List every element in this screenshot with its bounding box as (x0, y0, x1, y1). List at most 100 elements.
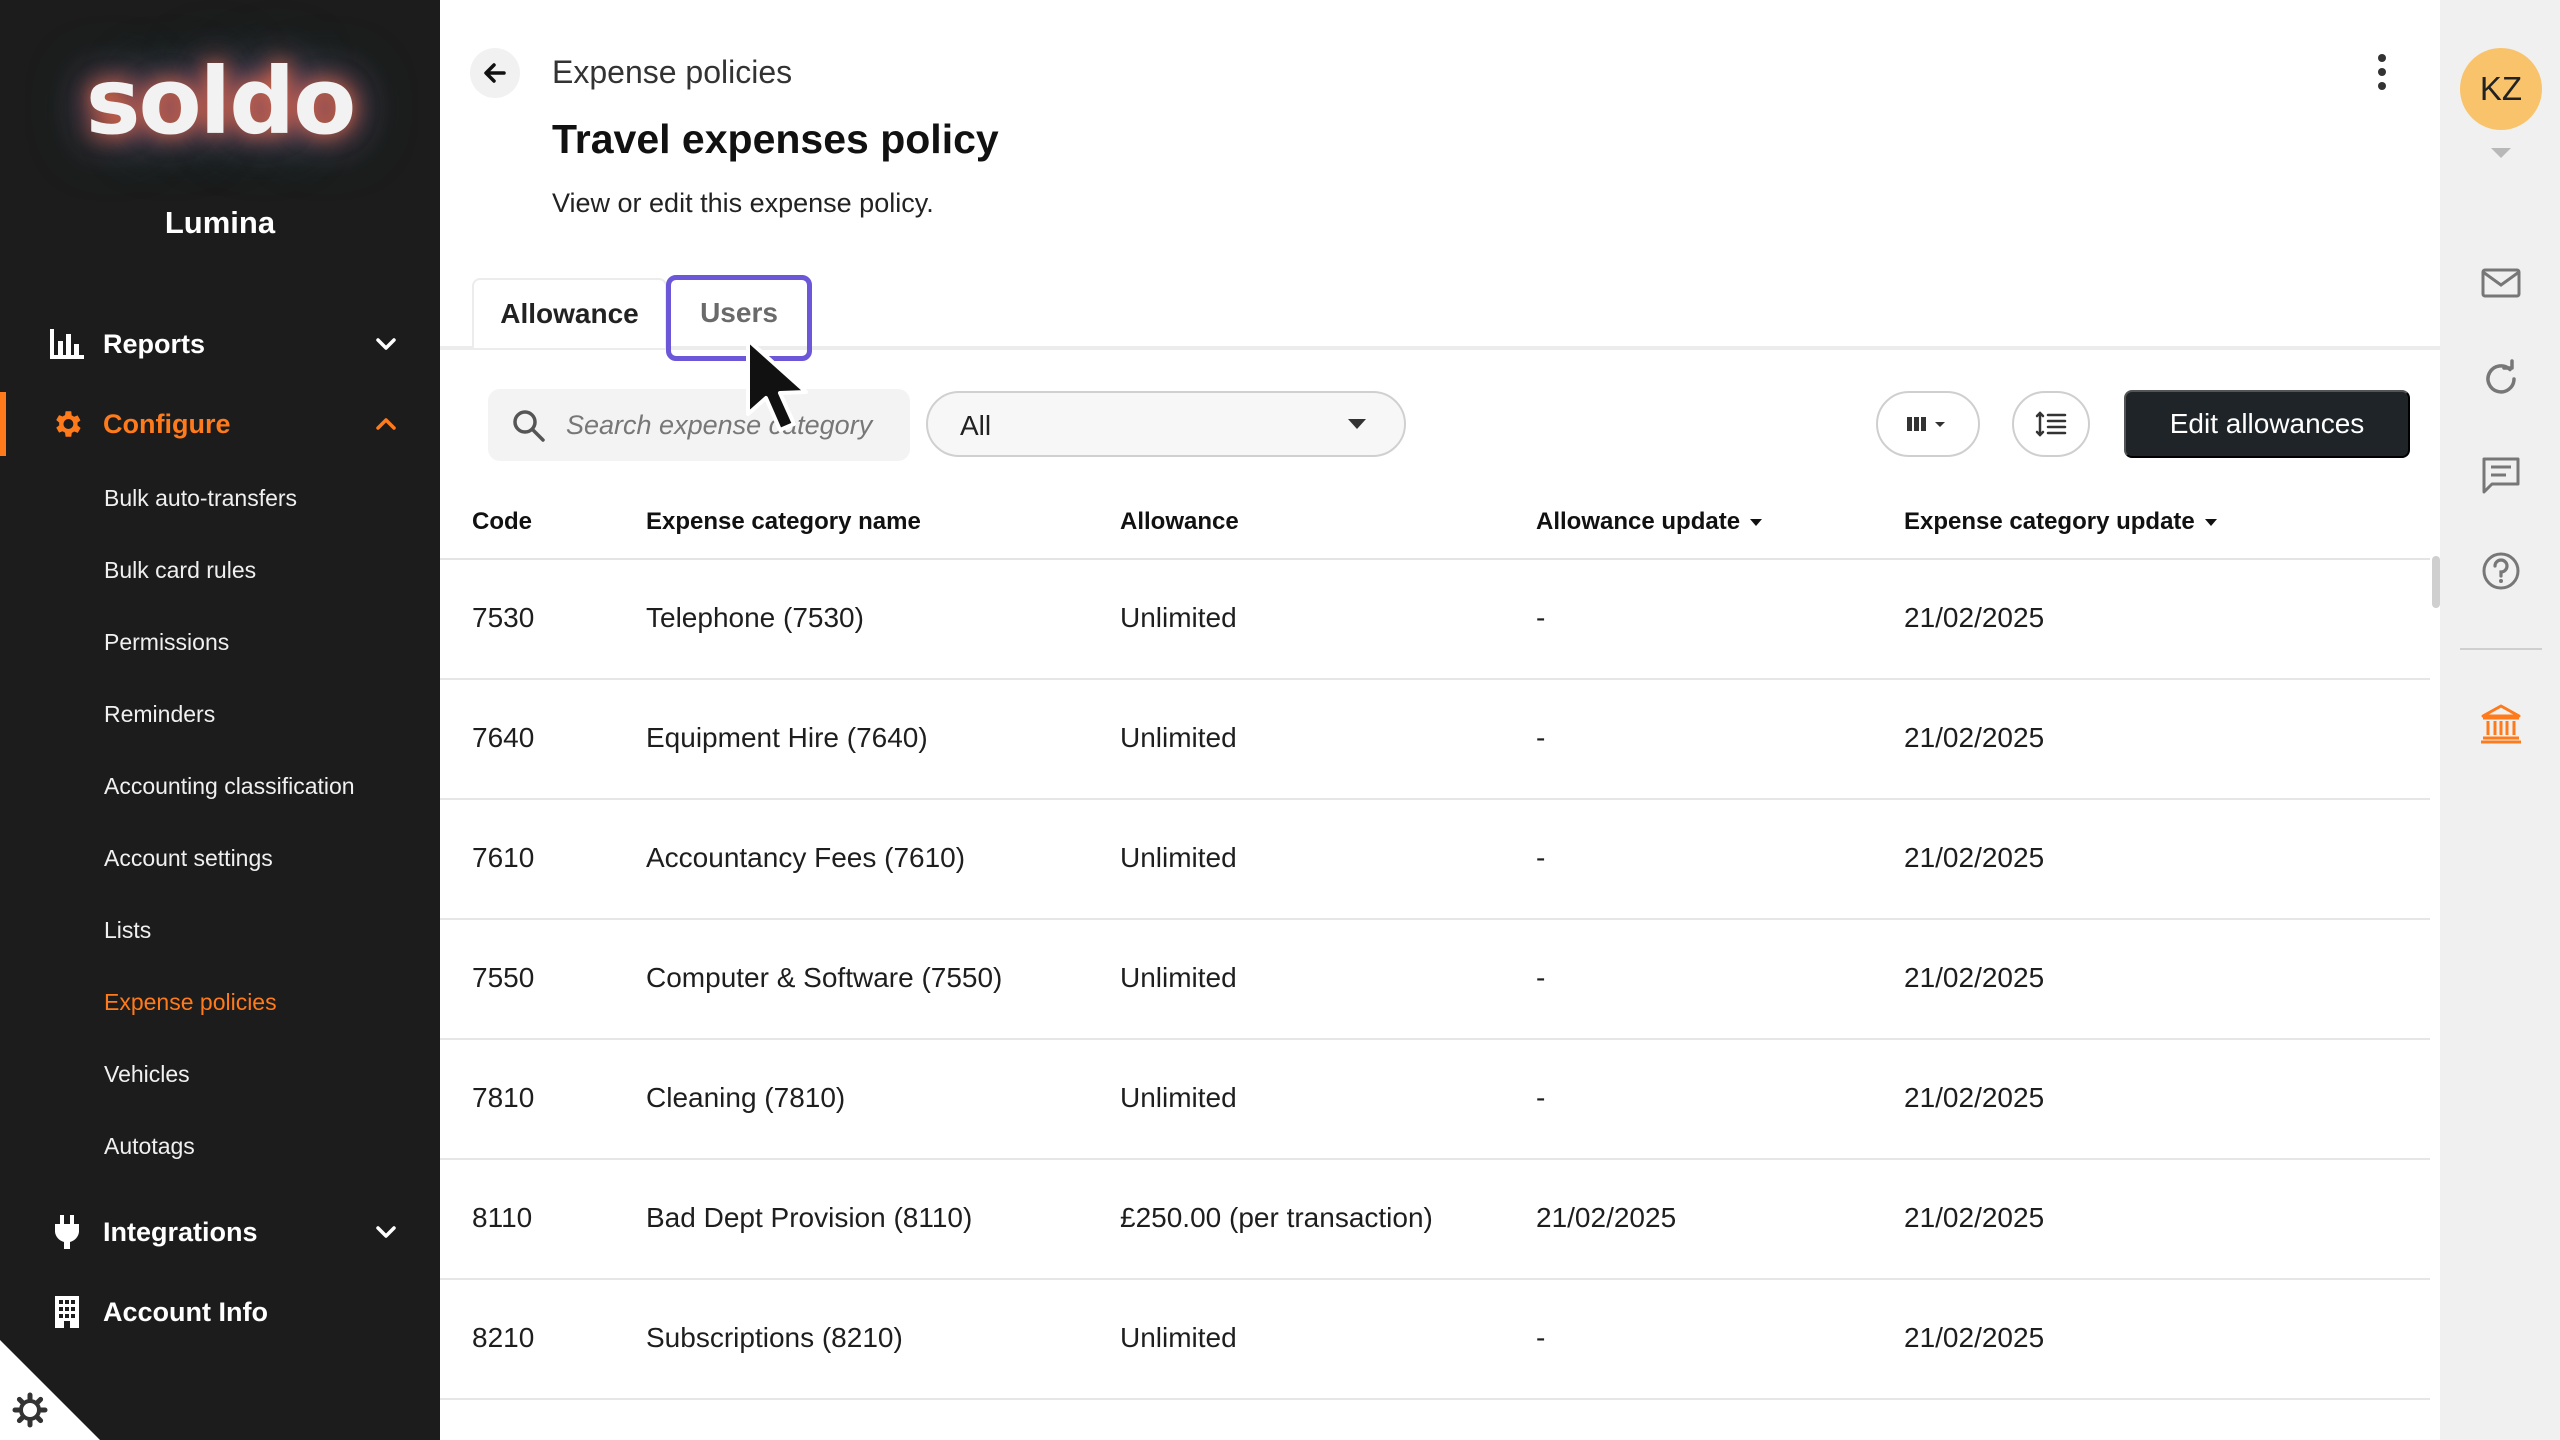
sidebar-item-lists[interactable]: Lists (104, 910, 151, 950)
table-row[interactable]: 8210 Subscriptions (8210) Unlimited - 21… (440, 1280, 2430, 1400)
nav-account-info[interactable]: Account Info (0, 1280, 440, 1344)
cell-code: 7530 (472, 602, 535, 633)
sidebar-item-permissions[interactable]: Permissions (104, 622, 229, 662)
table-row[interactable]: 7610 Accountancy Fees (7610) Unlimited -… (440, 800, 2430, 920)
column-header-allowance-update-label: Allowance update (1536, 508, 1741, 535)
chevron-down-icon (372, 1218, 400, 1246)
nav-account-info-label: Account Info (103, 1296, 268, 1327)
back-button[interactable] (470, 48, 520, 98)
column-header-allowance-label: Allowance (1120, 508, 1239, 535)
nav-integrations[interactable]: Integrations (0, 1200, 440, 1264)
cell-code: 8110 (472, 1202, 533, 1233)
table-row[interactable]: 7640 Equipment Hire (7640) Unlimited - 2… (440, 680, 2430, 800)
sort-caret-icon (2204, 518, 2217, 526)
rail-divider (2460, 648, 2542, 650)
nav-configure[interactable]: Configure (0, 392, 440, 456)
right-rail: KZ (2440, 0, 2560, 1440)
cell-allowance-update: - (1536, 842, 1546, 873)
main-content: Expense policies Travel expenses policy … (440, 0, 2440, 1440)
cell-name: Telephone (7530) (646, 602, 864, 633)
nav-configure-label: Configure (103, 408, 231, 439)
gear-icon (50, 407, 84, 441)
mail-icon[interactable] (2480, 262, 2522, 304)
chevron-up-icon (372, 410, 400, 438)
cell-allowance: Unlimited (1120, 1322, 1237, 1353)
cell-category-update: 21/02/2025 (1904, 962, 2045, 993)
user-avatar[interactable]: KZ (2460, 48, 2542, 130)
column-header-allowance-update[interactable]: Allowance update (1536, 508, 1763, 536)
cell-category-update: 21/02/2025 (1904, 602, 2045, 633)
caret-down-icon[interactable] (2491, 148, 2511, 158)
cell-allowance-update: 21/02/2025 (1536, 1202, 1677, 1233)
logo-text: soldo (85, 48, 357, 155)
soldo-logo[interactable]: soldo (55, 38, 385, 165)
more-options-icon[interactable] (2370, 52, 2394, 92)
columns-menu-button[interactable] (1876, 391, 1980, 457)
cell-name: Accountancy Fees (7610) (646, 842, 966, 873)
column-header-name: Expense category name (646, 508, 921, 536)
breadcrumb[interactable]: Expense policies (552, 54, 792, 91)
column-header-allowance: Allowance (1120, 508, 1239, 536)
table-row[interactable]: 7550 Computer & Software (7550) Unlimite… (440, 920, 2430, 1040)
cell-allowance: Unlimited (1120, 842, 1237, 873)
page-subtitle: View or edit this expense policy. (552, 188, 934, 218)
columns-icon (1907, 417, 1945, 431)
column-header-code-label: Code (472, 508, 532, 535)
chevron-down-icon (372, 330, 400, 358)
cell-category-update: 21/02/2025 (1904, 722, 2045, 753)
help-icon[interactable] (2480, 550, 2522, 592)
nav-integrations-label: Integrations (103, 1216, 258, 1247)
cell-category-update: 21/02/2025 (1904, 1322, 2045, 1353)
table-header: Code Expense category name Allowance All… (440, 498, 2430, 560)
sidebar-item-vehicles[interactable]: Vehicles (104, 1054, 190, 1094)
cell-name: Bad Dept Provision (8110) (646, 1202, 973, 1233)
cell-code: 8210 (472, 1322, 535, 1353)
row-density-button[interactable] (2012, 391, 2090, 457)
cell-name: Subscriptions (8210) (646, 1322, 903, 1353)
cell-category-update: 21/02/2025 (1904, 1202, 2045, 1233)
cell-allowance: £250.00 (per transaction) (1120, 1202, 1433, 1233)
tab-users[interactable]: Users (670, 278, 808, 348)
column-header-name-label: Expense category name (646, 508, 921, 535)
logo-container: soldo (0, 38, 440, 165)
sidebar: soldo Lumina Reports Configure Bulk auto… (0, 0, 440, 1440)
cell-category-update: 21/02/2025 (1904, 1082, 2045, 1113)
sidebar-item-bulk-card-rules[interactable]: Bulk card rules (104, 550, 256, 590)
sidebar-item-reminders[interactable]: Reminders (104, 694, 215, 734)
edit-allowances-button[interactable]: Edit allowances (2124, 390, 2410, 458)
bank-icon[interactable] (2480, 703, 2522, 745)
arrow-left-icon (484, 63, 506, 83)
nav-reports[interactable]: Reports (0, 312, 440, 376)
tab-allowance[interactable]: Allowance (472, 278, 667, 348)
cell-code: 7640 (472, 722, 535, 753)
sidebar-item-expense-policies[interactable]: Expense policies (104, 982, 277, 1022)
table-row[interactable]: 7810 Cleaning (7810) Unlimited - 21/02/2… (440, 1040, 2430, 1160)
table-row[interactable]: 7530 Telephone (7530) Unlimited - 21/02/… (440, 560, 2430, 680)
sidebar-item-bulk-auto-transfers[interactable]: Bulk auto-transfers (104, 478, 297, 518)
table-row[interactable]: 8110 Bad Dept Provision (8110) £250.00 (… (440, 1160, 2430, 1280)
search-input[interactable] (566, 403, 896, 447)
line-spacing-icon (2035, 411, 2067, 437)
plug-icon (50, 1215, 84, 1249)
organization-name: Lumina (164, 205, 276, 240)
cell-allowance-update: - (1536, 1322, 1546, 1353)
sidebar-settings-button[interactable] (0, 1340, 100, 1440)
column-header-category-update[interactable]: Expense category update (1904, 508, 2217, 536)
sidebar-item-accounting-classification[interactable]: Accounting classification (104, 766, 355, 806)
chat-icon[interactable] (2480, 454, 2522, 496)
cell-allowance-update: - (1536, 602, 1546, 633)
cell-name: Computer & Software (7550) (646, 962, 1003, 993)
sort-caret-icon (1750, 518, 1763, 526)
cell-code: 7610 (472, 842, 535, 873)
table-scrollbar[interactable] (2432, 556, 2440, 608)
sidebar-item-autotags[interactable]: Autotags (104, 1126, 195, 1166)
cell-allowance-update: - (1536, 962, 1546, 993)
cell-category-update: 21/02/2025 (1904, 842, 2045, 873)
sidebar-item-account-settings[interactable]: Account settings (104, 838, 273, 878)
nav-reports-label: Reports (103, 328, 206, 359)
filter-select[interactable]: All (926, 391, 1406, 457)
refresh-icon[interactable] (2480, 358, 2522, 400)
column-header-category-update-label: Expense category update (1904, 508, 2195, 535)
search-icon (513, 410, 545, 442)
search-box (488, 389, 910, 461)
